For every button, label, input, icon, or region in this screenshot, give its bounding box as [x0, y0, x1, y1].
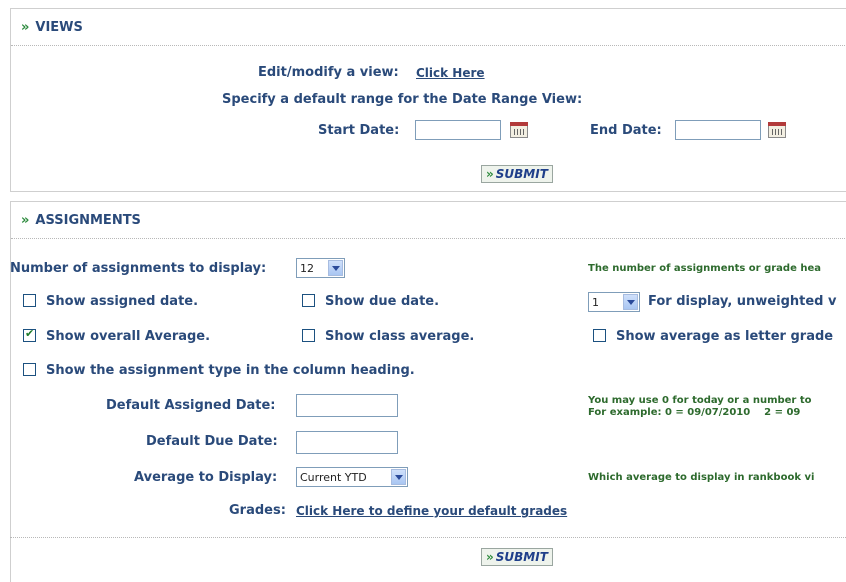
chevron-down-icon [391, 469, 406, 485]
start-calendar-icon[interactable] [510, 122, 528, 138]
assignments-title-text: ASSIGNMENTS [35, 213, 141, 228]
assignments-submit-button[interactable]: » SUBMIT [481, 548, 553, 566]
edit-view-label: Edit/modify a view: [258, 65, 399, 80]
date-note-line2: For example: 0 = 09/07/2010 2 = 09 [588, 407, 801, 418]
views-header: » VIEWS [11, 9, 846, 45]
show-assignment-type-checkbox[interactable] [23, 363, 36, 376]
date-note-line1: You may use 0 for today or a number to [588, 395, 812, 406]
start-date-label: Start Date: [318, 123, 400, 138]
average-display-value: Current YTD [300, 470, 367, 484]
show-assigned-date-checkbox[interactable] [23, 294, 36, 307]
display-weight-select[interactable]: 1 [588, 292, 640, 312]
assignments-submit-label: SUBMIT [495, 550, 548, 564]
average-display-note: Which average to display in rankbook vi [588, 472, 815, 483]
show-letter-grade-label: Show average as letter grade [616, 329, 834, 344]
edit-view-link[interactable]: Click Here [416, 66, 485, 80]
double-chevron-icon: » [21, 213, 30, 228]
show-assignment-type-label: Show the assignment type in the column h… [46, 363, 415, 378]
display-weight-value: 1 [592, 295, 599, 309]
date-range-label: Specify a default range for the Date Ran… [222, 92, 583, 107]
num-assignments-value: 12 [300, 261, 314, 275]
double-chevron-icon: » [486, 550, 494, 564]
assignments-bottom-divider [10, 537, 846, 538]
num-assignments-note: The number of assignments or grade hea [588, 263, 822, 274]
double-chevron-icon: » [486, 167, 494, 181]
grades-label: Grades: [229, 503, 286, 518]
show-class-average-label: Show class average. [325, 329, 475, 344]
start-date-input[interactable] [415, 120, 501, 140]
show-class-average-checkbox[interactable] [302, 329, 315, 342]
num-assignments-select[interactable]: 12 [296, 258, 345, 278]
end-date-input[interactable] [675, 120, 761, 140]
show-due-date-label: Show due date. [325, 294, 440, 309]
show-letter-grade-checkbox[interactable] [593, 329, 606, 342]
views-title: » VIEWS [21, 20, 83, 35]
default-assigned-date-input[interactable] [296, 394, 398, 417]
chevron-down-icon [623, 294, 638, 310]
default-due-date-input[interactable] [296, 431, 398, 454]
average-display-select[interactable]: Current YTD [296, 467, 408, 487]
double-chevron-icon: » [21, 20, 30, 35]
default-assigned-date-label: Default Assigned Date: [106, 398, 276, 413]
show-overall-average-label: Show overall Average. [46, 329, 211, 344]
end-date-label: End Date: [590, 123, 662, 138]
define-grades-link[interactable]: Click Here to define your default grades [296, 504, 567, 518]
views-panel: » VIEWS Edit/modify a view: Click Here Sp… [10, 8, 846, 192]
average-display-label: Average to Display: [134, 470, 278, 485]
views-submit-label: SUBMIT [495, 167, 548, 181]
assignments-header: » ASSIGNMENTS [11, 202, 846, 238]
show-assigned-date-label: Show assigned date. [46, 294, 199, 309]
default-due-date-label: Default Due Date: [146, 434, 278, 449]
views-submit-button[interactable]: » SUBMIT [481, 165, 553, 183]
num-assignments-label: Number of assignments to display: [10, 261, 267, 276]
assignments-divider [11, 238, 846, 239]
end-calendar-icon[interactable] [768, 122, 786, 138]
show-due-date-checkbox[interactable] [302, 294, 315, 307]
show-overall-average-checkbox[interactable] [23, 327, 36, 342]
views-divider [11, 45, 846, 46]
display-weight-note: For display, unweighted v [648, 294, 837, 309]
chevron-down-icon [328, 260, 343, 276]
views-title-text: VIEWS [35, 20, 83, 35]
assignments-panel: » ASSIGNMENTS [10, 201, 846, 582]
assignments-title: » ASSIGNMENTS [21, 213, 141, 228]
